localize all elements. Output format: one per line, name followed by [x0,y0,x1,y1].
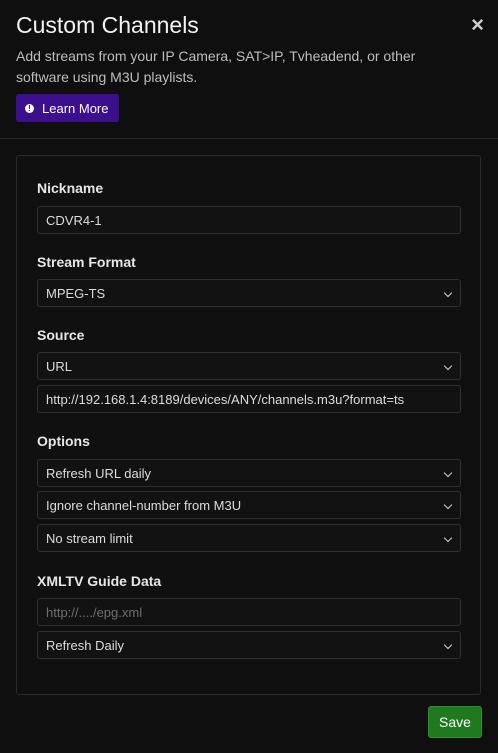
learn-more-button[interactable]: ! Learn More [16,94,119,122]
nickname-input[interactable]: CDVR4-1 [37,206,461,234]
close-icon[interactable]: × [471,12,484,38]
source-label: Source [37,327,85,343]
refresh-url-value: Refresh URL daily [46,465,152,481]
xmltv-label: XMLTV Guide Data [37,573,162,589]
info-icon: ! [25,103,34,113]
stream-format-value: MPEG-TS [46,285,106,301]
chevron-down-icon [443,468,453,478]
channel-number-value: Ignore channel-number from M3U [46,497,242,513]
channel-form-panel: Nickname CDVR4-1 Stream Format MPEG-TS S… [16,155,481,695]
chevron-down-icon [443,500,453,510]
page-title: Custom Channels [16,12,199,38]
source-type-select[interactable]: URL [37,352,461,380]
modal-header: Custom Channels × Add streams from your … [0,0,498,138]
stream-limit-select[interactable]: No stream limit [37,524,461,552]
options-label: Options [37,433,90,449]
nickname-value: CDVR4-1 [46,212,102,228]
xmltv-url-input[interactable]: http://..../epg.xml [37,598,461,626]
header-divider [0,138,498,139]
stream-limit-value: No stream limit [46,530,133,546]
stream-format-label: Stream Format [37,254,136,270]
modal-description: Add streams from your IP Camera, SAT>IP,… [16,48,416,85]
source-type-value: URL [46,358,73,374]
source-url-input[interactable]: http://192.168.1.4:8189/devices/ANY/chan… [37,385,461,413]
xmltv-refresh-value: Refresh Daily [46,637,125,653]
refresh-url-select[interactable]: Refresh URL daily [37,459,461,487]
chevron-down-icon [443,361,453,371]
source-url-value: http://192.168.1.4:8189/devices/ANY/chan… [46,391,405,407]
channel-number-select[interactable]: Ignore channel-number from M3U [37,491,461,519]
chevron-down-icon [443,533,453,543]
learn-more-label: Learn More [42,100,109,116]
save-button[interactable]: Save [428,706,482,738]
xmltv-refresh-select[interactable]: Refresh Daily [37,631,461,659]
xmltv-url-placeholder: http://..../epg.xml [46,604,143,620]
chevron-down-icon [443,640,453,650]
chevron-down-icon [443,288,453,298]
stream-format-select[interactable]: MPEG-TS [37,279,461,307]
nickname-label: Nickname [37,180,104,196]
